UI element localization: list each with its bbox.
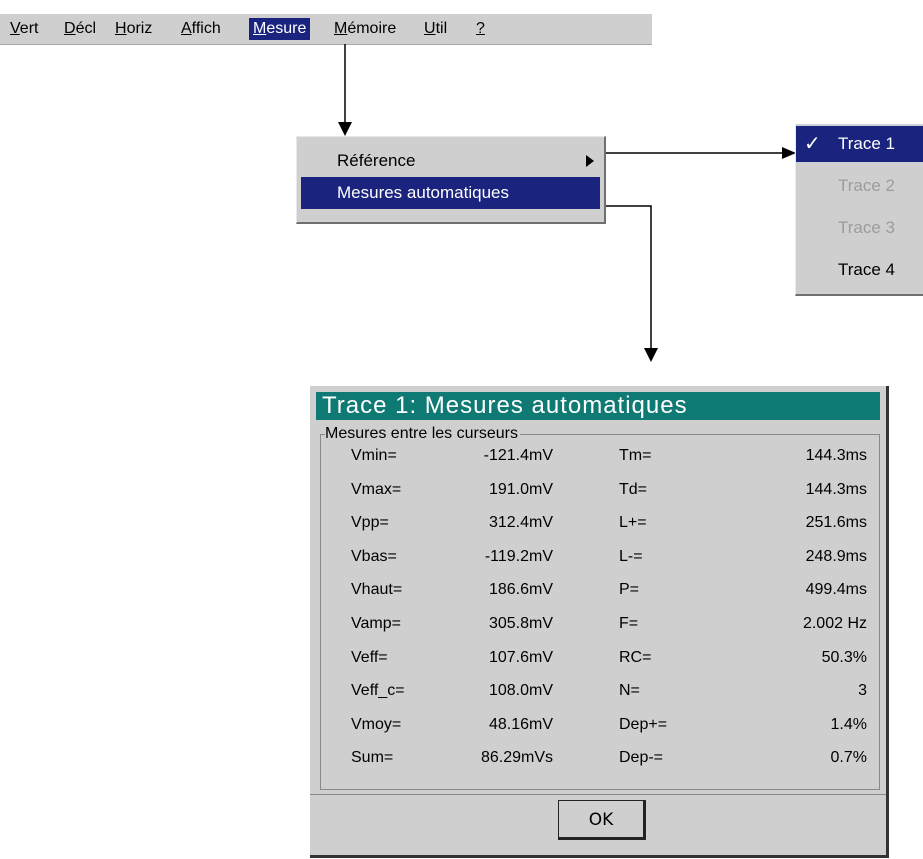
measure-label: Vmin= [351, 447, 397, 464]
menu-horiz[interactable]: Horiz [111, 18, 156, 40]
menu-mesure[interactable]: Mesure [249, 18, 311, 40]
measure-label: L-= [619, 547, 643, 565]
menu-util[interactable]: Util [420, 18, 451, 40]
menu-item-reference[interactable]: Référence [301, 145, 600, 177]
measure-value: 2.002 Hz [802, 615, 867, 632]
measure-value: 191.0mV [488, 480, 553, 498]
measure-label: F= [619, 615, 639, 632]
menu-bar: Vert Décl Horiz Affich Mesure Mémoire Ut… [0, 14, 652, 45]
measure-value: -119.2mV [484, 547, 553, 565]
measurement-row: Vmoy= 48.16mV Dep+= 1.4% [321, 712, 881, 738]
measure-value: 144.3ms [805, 480, 867, 498]
measure-label: RC= [619, 648, 652, 666]
measurement-row: Veff= 107.6mV RC= 50.3% [321, 645, 881, 671]
ok-button[interactable]: OK [558, 800, 646, 840]
measurement-row: Veff_c= 108.0mV N= 3 [321, 678, 881, 704]
measurement-row: Vbas= -119.2mV L-= 248.9ms [321, 544, 881, 570]
measure-value: 186.6mV [488, 581, 553, 599]
measure-label: Td= [619, 480, 648, 498]
measure-label: Veff_c= [351, 682, 405, 700]
menu-vert[interactable]: Vert [6, 18, 42, 40]
measure-label: Tm= [619, 447, 652, 464]
submenu-arrow-icon [586, 155, 594, 167]
measure-value: 107.6mV [488, 648, 553, 666]
checkmark-icon: ✓ [804, 133, 821, 155]
measure-label: Vbas= [351, 547, 397, 565]
measurement-row: Vmax= 191.0mV Td= 144.3ms [321, 477, 881, 503]
dialog-title: Trace 1: Mesures automatiques [316, 392, 880, 420]
measure-value: 248.9ms [805, 547, 867, 565]
measure-label: L+= [619, 514, 647, 532]
menu-help[interactable]: ? [472, 18, 489, 40]
trace-item-4[interactable]: Trace 4 [796, 252, 923, 288]
measurement-row: Vamp= 305.8mV F= 2.002 Hz [321, 611, 881, 637]
measure-label: Vhaut= [351, 581, 403, 599]
measure-value: 3 [858, 682, 867, 700]
measurements-group: Mesures entre les curseurs Vmin= -121.4mV… [320, 424, 881, 790]
mesures-dialog: Trace 1: Mesures automatiques Mesures en… [310, 386, 889, 858]
menu-memoire[interactable]: Mémoire [330, 18, 400, 40]
trace-item-3: Trace 3 [838, 218, 896, 237]
measure-value: -121.4mV [483, 447, 553, 464]
mesure-dropdown: Référence Mesures automatiques [296, 136, 606, 224]
measure-value: 48.16mV [488, 715, 553, 733]
arrow-auto-to-dialog [606, 205, 652, 356]
measure-label: Vpp= [351, 514, 389, 532]
measure-label: Dep-= [619, 749, 664, 767]
trace-item-2: Trace 2 [838, 176, 896, 195]
measure-value: 499.4ms [805, 581, 867, 599]
trace-submenu: ✓ Trace 1 Trace 2 Trace 3 Trace 4 [795, 124, 923, 296]
measurement-row: Vhaut= 186.6mV P= 499.4ms [321, 577, 881, 603]
measurement-row: Vmin= -121.4mV Tm= 144.3ms [321, 443, 881, 469]
measure-value: 251.6ms [805, 514, 867, 532]
measure-label: P= [619, 581, 640, 599]
measure-label: Veff= [351, 648, 388, 666]
measure-value: 86.29mVs [480, 749, 553, 767]
group-label: Mesures entre les curseurs [325, 424, 520, 444]
measure-label: Dep+= [619, 715, 668, 733]
measurement-row: Vpp= 312.4mV L+= 251.6ms [321, 510, 881, 536]
menu-affich[interactable]: Affich [177, 18, 225, 40]
measure-label: Vmax= [351, 480, 402, 498]
measure-value: 312.4mV [488, 514, 553, 532]
menu-decl[interactable]: Décl [60, 18, 100, 40]
measure-value: 0.7% [830, 749, 867, 767]
measure-label: Vamp= [351, 615, 401, 632]
measure-label: Sum= [351, 749, 394, 767]
measure-label: N= [619, 682, 640, 700]
measurement-row: Sum= 86.29mVs Dep-= 0.7% [321, 745, 881, 771]
menu-item-mesures-automatiques[interactable]: Mesures automatiques [301, 177, 600, 209]
measure-value: 108.0mV [488, 682, 553, 700]
measure-value: 144.3ms [805, 447, 867, 464]
trace-item-1[interactable]: ✓ Trace 1 [796, 126, 923, 162]
measure-value: 305.8mV [488, 615, 553, 632]
measure-label: Vmoy= [351, 715, 402, 733]
measure-value: 50.3% [821, 648, 867, 666]
measure-value: 1.4% [830, 715, 867, 733]
footer-divider [310, 794, 886, 795]
